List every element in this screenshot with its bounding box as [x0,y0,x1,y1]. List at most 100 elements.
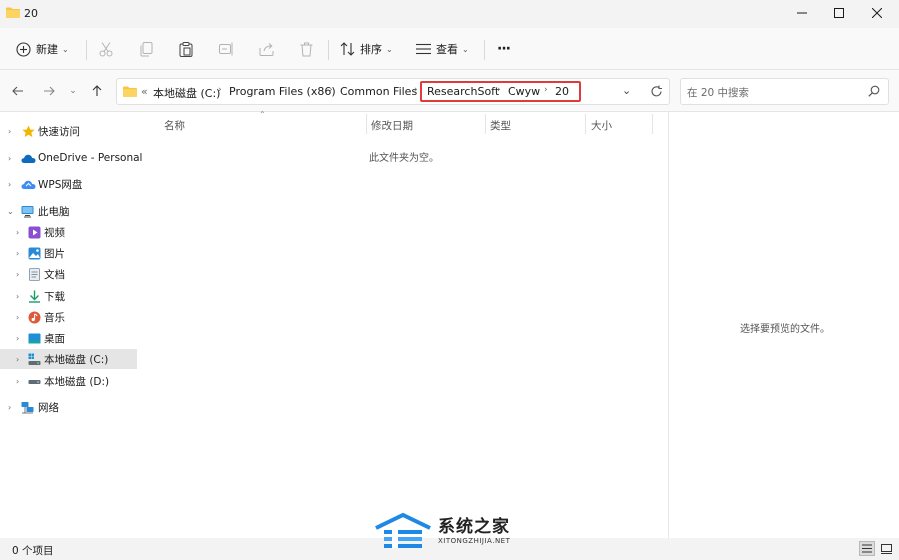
new-button[interactable]: 新建 ⌄ [16,36,69,62]
watermark-url: XITONGZHIJIA.NET [438,537,511,545]
column-header-date[interactable]: 修改日期 [371,118,413,133]
recent-locations-button[interactable]: ⌄ [64,82,82,100]
download-icon [29,290,40,303]
sidebar-item-downloads[interactable]: › 下载 [0,286,137,306]
sidebar-item-drive-d[interactable]: › 本地磁盘 (D:) [0,371,137,391]
sidebar-item-label: 本地磁盘 (D:) [44,375,110,388]
sidebar-item-label: 音乐 [44,311,65,324]
new-label: 新建 [36,43,58,56]
copy-button[interactable] [140,36,153,62]
close-button[interactable] [855,0,899,26]
close-icon [872,8,882,18]
picture-icon [28,247,41,259]
sidebar-item-wps-cloud[interactable]: › WPS网盘 [0,174,137,194]
sidebar-item-desktop[interactable]: › 桌面 [0,328,137,348]
address-dropdown-icon[interactable]: ⌄ [622,84,631,97]
sidebar-item-label: 桌面 [44,332,65,345]
empty-folder-message: 此文件夹为空。 [369,153,439,164]
toolbar-divider [86,40,87,60]
column-header-type[interactable]: 类型 [490,118,511,133]
sidebar-item-network[interactable]: › 网络 [0,397,137,417]
sidebar-item-label: 文档 [44,268,65,281]
chevron-right-icon: › [8,126,12,136]
chevron-right-icon: › [329,85,333,95]
sidebar-item-this-pc[interactable]: ⌄ 此电脑 [0,201,137,221]
back-button[interactable] [9,82,27,100]
forward-button[interactable] [40,82,58,100]
address-bar[interactable]: « 本地磁盘 (C:) › Program Files (x86) › Comm… [116,78,670,105]
details-view-button[interactable] [859,541,875,556]
house-logo-icon [375,512,431,548]
column-divider[interactable] [652,114,653,134]
details-view-icon [862,544,872,553]
column-divider[interactable] [585,114,586,134]
trash-icon [300,42,313,56]
view-button[interactable]: 查看 ⌄ [416,36,469,62]
column-header-name[interactable]: 名称 [164,118,185,133]
column-divider[interactable] [366,114,367,134]
drive-c-icon [28,353,41,365]
share-button[interactable] [259,36,274,62]
chevron-right-icon: › [16,227,20,237]
sidebar-item-label: 快速访问 [38,125,80,138]
view-list-icon [416,43,431,55]
chevron-right-icon: › [8,179,12,189]
cloud-icon [21,154,36,163]
more-options-button[interactable]: ··· [497,36,511,62]
column-header-size[interactable]: 大小 [591,118,612,133]
sidebar-item-videos[interactable]: › 视频 [0,222,137,242]
sidebar-item-pictures[interactable]: › 图片 [0,243,137,263]
sidebar-item-drive-c[interactable]: › 本地磁盘 (C:) [0,349,137,369]
preview-pane-message: 选择要预览的文件。 [740,324,830,335]
arrow-up-icon [92,85,102,96]
sidebar-item-label: 网络 [38,401,59,414]
sidebar-item-quick-access[interactable]: › 快速访问 [0,121,137,141]
large-icons-view-button[interactable] [878,541,894,556]
breadcrumb-item[interactable]: Program Files (x86) [229,85,336,98]
computer-icon [21,205,34,217]
share-icon [259,43,274,56]
sidebar-item-onedrive[interactable]: › OneDrive - Personal [0,148,142,168]
cut-button[interactable] [99,36,113,62]
delete-button[interactable] [300,36,313,62]
sort-button[interactable]: 排序 ⌄ [340,36,393,62]
arrow-right-icon [44,86,55,96]
refresh-icon[interactable] [650,85,663,98]
sidebar-item-music[interactable]: › 音乐 [0,307,137,327]
network-icon [21,401,34,413]
desktop-icon [28,333,41,343]
star-icon [22,125,35,137]
chevron-right-icon: › [16,312,20,322]
chevron-down-icon: ⌄ [69,86,77,96]
chevron-right-icon: › [16,333,20,343]
breadcrumb-overflow[interactable]: « [141,85,148,98]
minimize-icon [797,12,807,14]
navigation-bar: ⌄ « 本地磁盘 (C:) › Program Files (x86) › Co… [0,70,899,112]
sort-up-icon: ⌃ [259,110,266,119]
chevron-down-icon: ⌄ [7,206,14,216]
breadcrumb-item[interactable]: 本地磁盘 (C:) [153,85,220,101]
chevron-down-icon: ⌄ [462,44,469,54]
chevron-right-icon: › [414,85,418,95]
up-button[interactable] [88,82,106,100]
arrow-left-icon [12,86,23,96]
sidebar-item-documents[interactable]: › 文档 [0,264,137,284]
sidebar-item-label: 视频 [44,226,65,239]
breadcrumb-item[interactable]: Common Files [340,85,417,98]
rename-button[interactable] [219,36,234,62]
preview-pane-divider[interactable] [668,112,669,538]
sidebar-item-label: 此电脑 [38,205,70,218]
chevron-right-icon: › [8,402,12,412]
highlight-box [420,81,581,102]
column-header-row: ⌃ 名称 修改日期 类型 大小 [138,110,668,136]
plus-circle-icon [16,41,31,57]
window-title: 20 [24,7,38,20]
scissors-icon [99,41,113,56]
column-divider[interactable] [485,114,486,134]
rename-icon [219,42,233,56]
sidebar-item-label: 本地磁盘 (C:) [44,353,109,366]
search-icon [868,85,880,97]
paste-button[interactable] [179,36,193,62]
search-box[interactable]: 在 20 中搜索 [680,78,889,105]
content-area: › 快速访问 › OneDrive - Personal › WPS网盘 ⌄ 此… [0,110,899,538]
